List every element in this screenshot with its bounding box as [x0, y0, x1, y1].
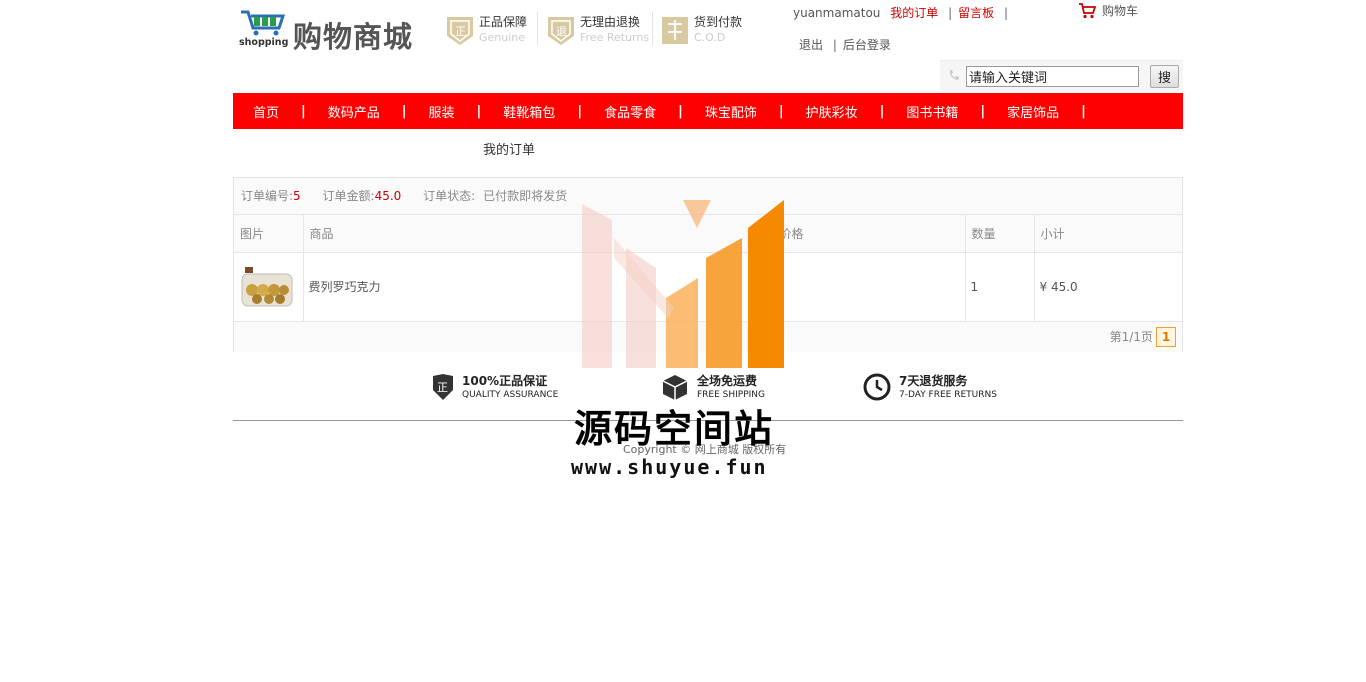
order-amount: 45.0 [374, 189, 402, 203]
cart-link[interactable]: 购物车 [1078, 2, 1138, 19]
nav-separator: | [301, 103, 306, 119]
watermark-logo [582, 200, 784, 368]
cart-label: 购物车 [1102, 4, 1139, 18]
nav-item-2[interactable]: 服装 [429, 102, 455, 121]
search-button[interactable]: 搜 [1150, 65, 1179, 88]
watermark-title: 源码空间站 [574, 407, 775, 451]
admin-login-link[interactable]: 后台登录 [843, 38, 891, 52]
assurance-title: 100%正品保证 [462, 373, 548, 388]
order-number: 5 [293, 189, 301, 203]
promise-title: 正品保障 [479, 15, 528, 29]
column-header-price: 价格 [773, 215, 966, 253]
logo-text: shopping [239, 37, 288, 48]
quality-shield-icon: 正 [433, 374, 453, 400]
nav-item-3[interactable]: 鞋靴箱包 [503, 102, 555, 121]
brand-title: 购物商城 [293, 20, 414, 54]
search-input[interactable] [966, 66, 1139, 87]
promise-title: 无理由退换 [580, 15, 641, 29]
message-board-link[interactable]: 留言板 [958, 6, 994, 20]
order-status: 已付款即将发货 [483, 189, 568, 203]
shopping-cart-logo-icon: shopping [239, 10, 288, 48]
watermark-url: www.shuyue.fun [571, 455, 768, 479]
promise-free-returns: 退 无理由退换 Free Returns [546, 12, 649, 48]
nav-item-0[interactable]: 首页 [253, 102, 279, 121]
search-bar: 搜 [940, 60, 1183, 91]
order-status-label: 订单状态: [423, 189, 476, 203]
cod-badge-icon [662, 16, 688, 44]
product-subtotal: ¥ 45.0 [1034, 252, 1182, 322]
site-logo[interactable]: shopping 购物商城 [237, 8, 427, 54]
page-title: 我的订单 [483, 143, 536, 158]
nav-separator: | [401, 103, 407, 119]
cart-icon [1079, 2, 1096, 18]
promise-genuine: 正 正品保障 Genuine [445, 12, 527, 48]
nav-separator: | [980, 103, 986, 119]
assurance-subtitle: 7-DAY FREE RETURNS [899, 389, 997, 400]
nav-item-7[interactable]: 图书书籍 [906, 102, 958, 121]
logout-link[interactable]: 退出 [799, 38, 823, 52]
product-price [773, 252, 966, 322]
promise-subtitle: C.O.D [694, 31, 726, 44]
promise-title: 货到付款 [694, 15, 743, 29]
returns-badge-icon: 退 [548, 16, 574, 45]
column-header-subtotal: 小计 [1034, 215, 1182, 253]
order-number-label: 订单编号: [241, 189, 294, 203]
chocolate-product-image [241, 266, 293, 306]
column-header-image: 图片 [234, 215, 304, 253]
phone-icon [949, 70, 959, 80]
assurance-quality: 正 100%正品保证 QUALITY ASSURANCE [432, 373, 558, 401]
page-info: 第1/1页 [1109, 330, 1153, 344]
nav-separator: | [476, 103, 482, 119]
product-image-cell[interactable] [234, 252, 304, 322]
column-header-qty: 数量 [965, 215, 1035, 253]
svg-text:正: 正 [437, 381, 448, 394]
nav-separator: | [778, 103, 784, 119]
username: yuanmamatou [793, 6, 881, 20]
svg-text:正: 正 [455, 25, 466, 38]
nav-item-1[interactable]: 数码产品 [328, 102, 380, 121]
assurance-shipping: 全场免运费 FREE SHIPPING [661, 373, 765, 401]
nav-separator: | [1081, 103, 1086, 119]
genuine-badge-icon: 正 [447, 16, 473, 45]
svg-text:退: 退 [556, 25, 567, 38]
box-icon [662, 375, 688, 400]
clock-icon [863, 373, 891, 401]
nav-item-6[interactable]: 护肤彩妆 [806, 102, 858, 121]
nav-separator: | [678, 103, 683, 119]
product-qty: 1 [965, 252, 1035, 322]
nav-item-8[interactable]: 家居饰品 [1007, 102, 1059, 121]
promise-cod: 货到付款 C.O.D [660, 12, 742, 48]
main-nav: 首页 | 数码产品 | 服装 | 鞋靴箱包 | 食品零食 | 珠宝配饰 | 护肤彩妆 | 图书书籍 | 家居饰品… [233, 93, 1183, 129]
current-page-button[interactable]: 1 [1156, 326, 1176, 347]
promise-subtitle: Free Returns [580, 31, 650, 44]
assurance-returns: 7天退货服务 7-DAY FREE RETURNS [863, 373, 997, 401]
assurance-title: 7天退货服务 [899, 373, 968, 388]
nav-item-4[interactable]: 食品零食 [604, 102, 656, 121]
order-amount-label: 订单金额: [322, 189, 375, 203]
promise-divider [652, 12, 653, 46]
promise-divider [537, 12, 538, 46]
assurance-title: 全场免运费 [697, 373, 758, 388]
user-links: yuanmamatou 我的订单 | 留言板 | [793, 6, 1009, 20]
assurance-subtitle: QUALITY ASSURANCE [462, 389, 559, 400]
nav-separator: | [879, 103, 885, 119]
nav-item-5[interactable]: 珠宝配饰 [705, 102, 757, 121]
account-links: 退出 | 后台登录 [799, 38, 891, 52]
nav-separator: | [577, 103, 583, 119]
promise-subtitle: Genuine [479, 31, 526, 44]
my-orders-link[interactable]: 我的订单 [890, 6, 938, 20]
